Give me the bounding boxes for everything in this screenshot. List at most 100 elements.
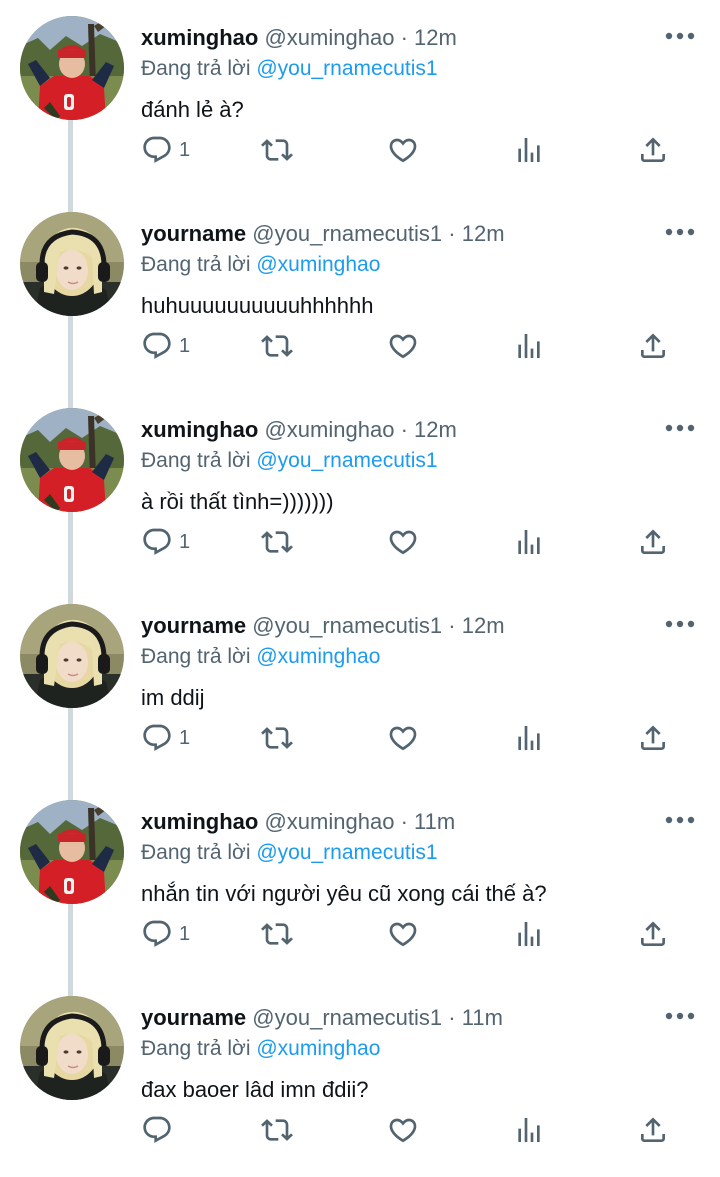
like-button[interactable] (387, 720, 419, 756)
timestamp[interactable]: 11m (414, 809, 455, 834)
retweet-icon (261, 526, 293, 558)
tweet-body: xuminghao @xuminghao · 12m Đang trả lời … (141, 414, 700, 518)
views-button[interactable] (513, 524, 545, 560)
share-button[interactable] (637, 916, 669, 952)
tweet[interactable]: yourname @you_rnamecutis1 · 11m Đang trả… (0, 980, 720, 1176)
tweet-text: đax baoer lâd imn đdii? (141, 1077, 369, 1102)
reply-button[interactable]: 1 (141, 524, 190, 560)
separator-dot: · (448, 613, 456, 638)
more-icon[interactable] (664, 1010, 696, 1022)
views-button[interactable] (513, 916, 545, 952)
views-button[interactable] (513, 328, 545, 364)
more-icon[interactable] (664, 422, 696, 434)
more-icon[interactable] (664, 814, 696, 826)
tweet-header: yourname @you_rnamecutis1 · 12m (141, 610, 700, 642)
tweet[interactable]: yourname @you_rnamecutis1 · 12m Đang trả… (0, 196, 720, 392)
share-button[interactable] (637, 132, 669, 168)
like-icon (387, 722, 419, 754)
views-button[interactable] (513, 1112, 545, 1148)
author-name[interactable]: xuminghao (141, 25, 258, 50)
avatar[interactable] (20, 408, 124, 512)
like-button[interactable] (387, 1112, 419, 1148)
views-button[interactable] (513, 720, 545, 756)
more-icon[interactable] (664, 30, 696, 42)
author-handle[interactable]: @you_rnamecutis1 (252, 1005, 442, 1030)
author-name[interactable]: yourname (141, 613, 246, 638)
author-handle[interactable]: @xuminghao (264, 809, 394, 834)
views-icon (513, 134, 545, 166)
tweet[interactable]: xuminghao @xuminghao · 12m Đang trả lời … (0, 0, 720, 196)
author-name[interactable]: yourname (141, 221, 246, 246)
tweet-text: nhắn tin với người yêu cũ xong cái thế à… (141, 881, 547, 906)
views-icon (513, 330, 545, 362)
reply-button[interactable]: 1 (141, 132, 190, 168)
replying-to-link[interactable]: @xuminghao (256, 645, 380, 668)
retweet-button[interactable] (261, 916, 293, 952)
replying-to-link[interactable]: @xuminghao (256, 253, 380, 276)
separator-dot: · (400, 417, 408, 442)
views-icon (513, 526, 545, 558)
share-button[interactable] (637, 328, 669, 364)
avatar[interactable] (20, 800, 124, 904)
timestamp[interactable]: 11m (462, 1005, 503, 1030)
timestamp[interactable]: 12m (414, 25, 457, 50)
action-bar (141, 1112, 681, 1148)
replying-to-label: Đang trả lời (141, 253, 251, 276)
timestamp[interactable]: 12m (462, 613, 505, 638)
reply-count: 1 (179, 530, 191, 553)
author-name[interactable]: xuminghao (141, 809, 258, 834)
retweet-button[interactable] (261, 328, 293, 364)
share-button[interactable] (637, 1112, 669, 1148)
tweet[interactable]: yourname @you_rnamecutis1 · 12m Đang trả… (0, 588, 720, 784)
like-button[interactable] (387, 328, 419, 364)
avatar[interactable] (20, 16, 124, 120)
author-name[interactable]: xuminghao (141, 417, 258, 442)
timestamp[interactable]: 12m (414, 417, 457, 442)
separator-dot: · (448, 1005, 456, 1030)
replying-to-link[interactable]: @you_rnamecutis1 (256, 841, 437, 864)
retweet-icon (261, 918, 293, 950)
replying-to-link[interactable]: @you_rnamecutis1 (256, 57, 437, 80)
avatar[interactable] (20, 604, 124, 708)
reply-icon (141, 134, 173, 166)
share-button[interactable] (637, 524, 669, 560)
tweet-body: yourname @you_rnamecutis1 · 11m Đang trả… (141, 1002, 700, 1106)
share-icon (637, 134, 669, 166)
avatar[interactable] (20, 212, 124, 316)
like-icon (387, 134, 419, 166)
tweet-header: yourname @you_rnamecutis1 · 12m (141, 218, 700, 250)
reply-button[interactable]: 1 (141, 328, 190, 364)
like-button[interactable] (387, 524, 419, 560)
author-handle[interactable]: @xuminghao (264, 417, 394, 442)
views-button[interactable] (513, 132, 545, 168)
reply-button[interactable]: 1 (141, 916, 190, 952)
retweet-icon (261, 134, 293, 166)
avatar[interactable] (20, 996, 124, 1100)
author-handle[interactable]: @you_rnamecutis1 (252, 221, 442, 246)
tweet[interactable]: xuminghao @xuminghao · 12m Đang trả lời … (0, 392, 720, 588)
more-icon[interactable] (664, 226, 696, 238)
replying-to-link[interactable]: @you_rnamecutis1 (256, 449, 437, 472)
replying-to-label: Đang trả lời (141, 449, 251, 472)
like-button[interactable] (387, 132, 419, 168)
more-icon[interactable] (664, 618, 696, 630)
reply-icon (141, 1114, 173, 1146)
reply-button[interactable]: 1 (141, 720, 190, 756)
like-button[interactable] (387, 916, 419, 952)
retweet-button[interactable] (261, 720, 293, 756)
tweet-header: yourname @you_rnamecutis1 · 11m (141, 1002, 700, 1034)
replying-to: Đang trả lời @xuminghao (141, 642, 700, 672)
retweet-button[interactable] (261, 1112, 293, 1148)
timestamp[interactable]: 12m (462, 221, 505, 246)
tweet[interactable]: xuminghao @xuminghao · 11m Đang trả lời … (0, 784, 720, 980)
share-button[interactable] (637, 720, 669, 756)
retweet-button[interactable] (261, 524, 293, 560)
tweet-body: yourname @you_rnamecutis1 · 12m Đang trả… (141, 610, 700, 714)
reply-button[interactable] (141, 1112, 179, 1148)
author-handle[interactable]: @xuminghao (264, 25, 394, 50)
like-icon (387, 918, 419, 950)
author-handle[interactable]: @you_rnamecutis1 (252, 613, 442, 638)
replying-to-link[interactable]: @xuminghao (256, 1037, 380, 1060)
author-name[interactable]: yourname (141, 1005, 246, 1030)
retweet-button[interactable] (261, 132, 293, 168)
